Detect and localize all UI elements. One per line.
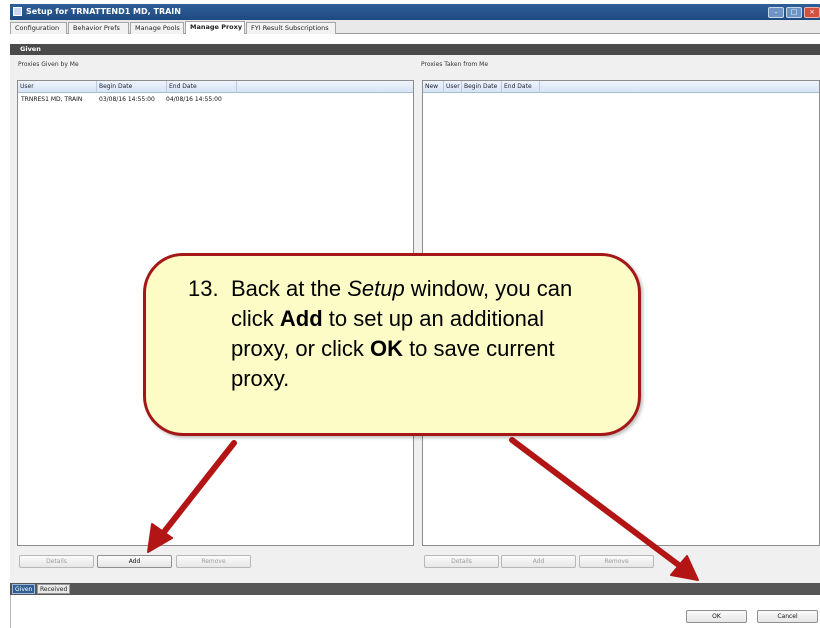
- maximize-button[interactable]: □: [786, 7, 802, 18]
- minimize-button[interactable]: –: [768, 7, 784, 18]
- column-header-user[interactable]: User: [18, 81, 97, 93]
- callout-bold-ok: OK: [369, 336, 403, 361]
- section-header: Given: [10, 44, 820, 55]
- given-details-button[interactable]: Details: [19, 555, 94, 568]
- callout-italic-setup: Setup: [347, 276, 405, 301]
- tab-bar: Configuration Behavior Prefs Manage Pool…: [10, 20, 820, 34]
- callout-text-part: Back at the: [231, 276, 348, 301]
- given-panel-title: Proxies Given by Me: [18, 61, 79, 68]
- tab-given[interactable]: Given: [12, 584, 36, 594]
- tab-fyi-result-subscriptions[interactable]: FYI Result Subscriptions: [246, 22, 336, 34]
- taken-grid-header: New User Begin Date End Date: [423, 81, 819, 93]
- window-titlebar: Setup for TRNATTEND1 MD, TRAIN – □ ×: [10, 4, 820, 20]
- taken-details-button[interactable]: Details: [424, 555, 499, 568]
- tab-configuration[interactable]: Configuration: [10, 22, 67, 34]
- tab-manage-pools[interactable]: Manage Pools: [130, 22, 184, 34]
- tab-behavior-prefs[interactable]: Behavior Prefs: [68, 22, 129, 34]
- app-icon: [13, 7, 22, 16]
- cancel-button[interactable]: Cancel: [757, 610, 818, 623]
- column-header-begin-date[interactable]: Begin Date: [97, 81, 167, 93]
- footer-bar: OK Cancel: [10, 595, 820, 628]
- given-remove-button[interactable]: Remove: [176, 555, 251, 568]
- taken-add-button[interactable]: Add: [501, 555, 576, 568]
- row-end-date: 04/08/16 14:55:00: [166, 96, 222, 103]
- bottom-tab-bar: Given Received: [10, 583, 820, 595]
- callout-text: 13. Back at the Setup window, you can cl…: [188, 274, 608, 394]
- close-button[interactable]: ×: [804, 7, 820, 18]
- row-user: TRNRES1 MD, TRAIN: [21, 96, 83, 103]
- column-header-end-date[interactable]: End Date: [167, 81, 237, 93]
- ok-button[interactable]: OK: [686, 610, 747, 623]
- instruction-callout: 13. Back at the Setup window, you can cl…: [143, 253, 641, 436]
- column-header-new[interactable]: New: [423, 81, 444, 93]
- tab-received[interactable]: Received: [37, 584, 71, 594]
- row-begin-date: 03/08/16 14:55:00: [99, 96, 155, 103]
- tab-manage-proxy[interactable]: Manage Proxy: [185, 21, 245, 34]
- table-row[interactable]: TRNRES1 MD, TRAIN 03/08/16 14:55:00 04/0…: [18, 95, 413, 105]
- given-add-button[interactable]: Add: [97, 555, 172, 568]
- given-grid-header: User Begin Date End Date: [18, 81, 413, 93]
- column-header-begin-date[interactable]: Begin Date: [462, 81, 502, 93]
- callout-body: Back at the Setup window, you can click …: [231, 274, 608, 394]
- taken-panel-title: Proxies Taken from Me: [421, 61, 489, 68]
- column-header-user[interactable]: User: [444, 81, 462, 93]
- column-header-end-date[interactable]: End Date: [502, 81, 540, 93]
- step-number: 13.: [188, 276, 219, 301]
- callout-bold-add: Add: [279, 306, 323, 331]
- window-title: Setup for TRNATTEND1 MD, TRAIN: [26, 7, 181, 16]
- taken-remove-button[interactable]: Remove: [579, 555, 654, 568]
